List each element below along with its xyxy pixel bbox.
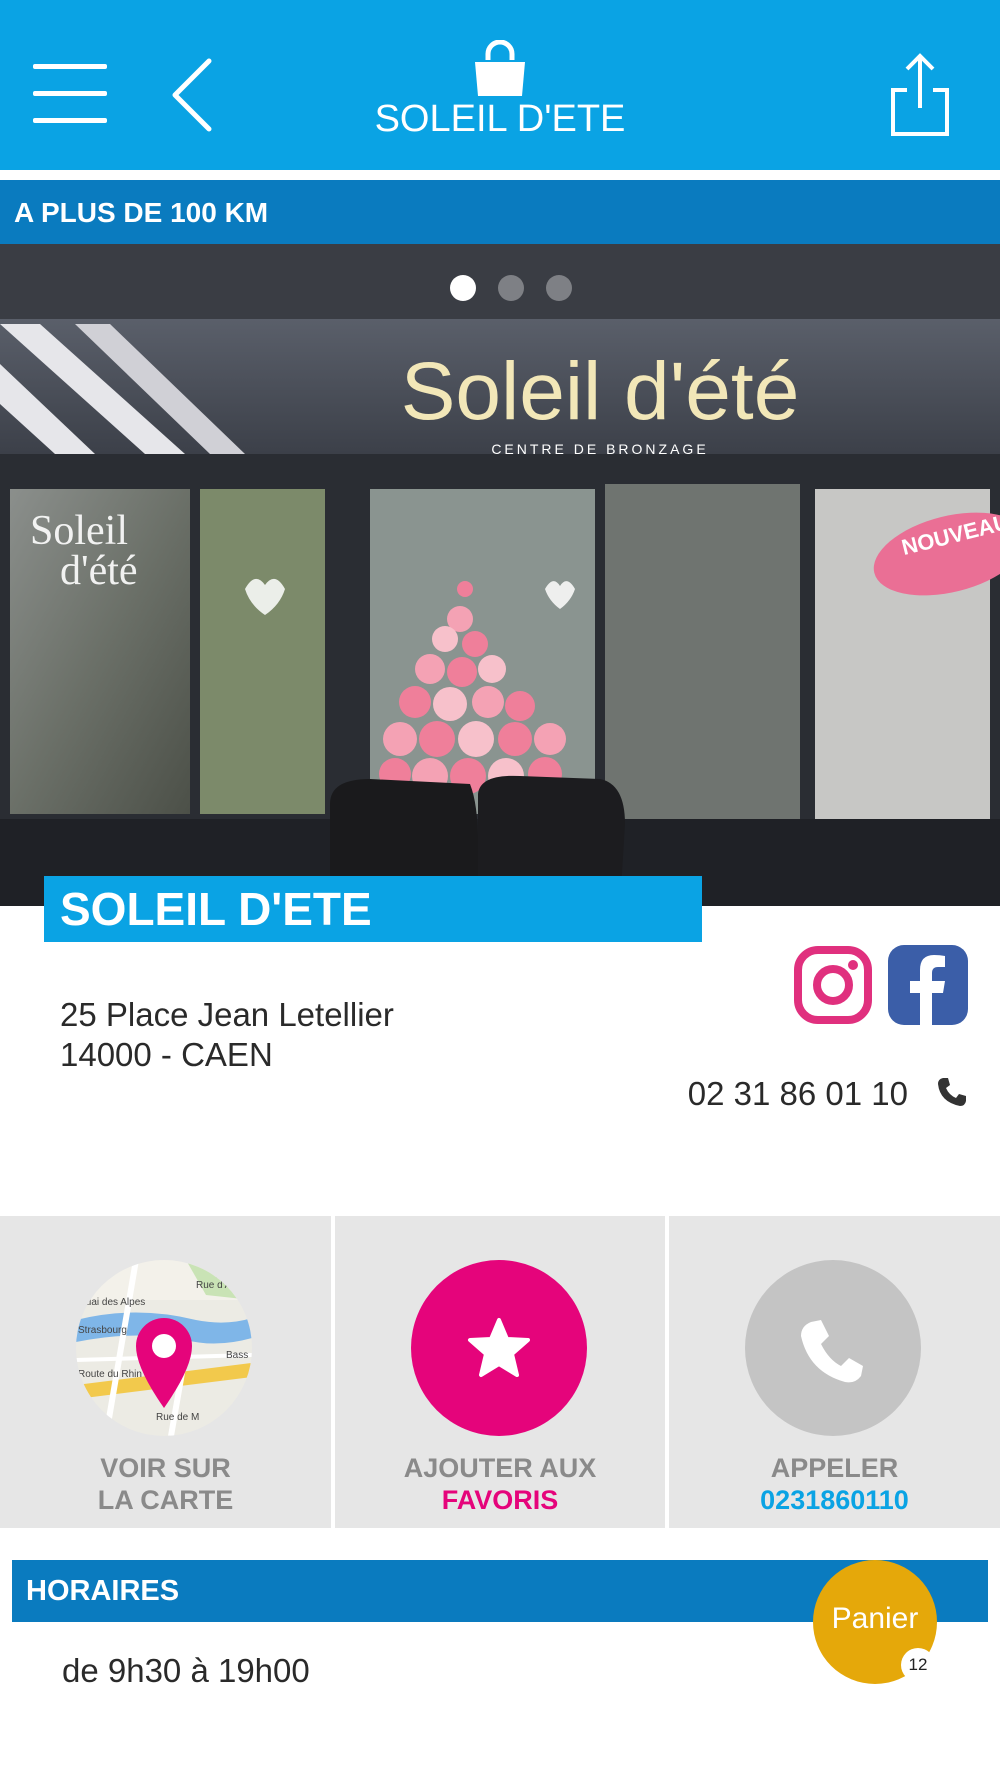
address-line-2: 14000 - CAEN xyxy=(60,1036,273,1073)
header-divider xyxy=(0,170,1000,180)
share-icon xyxy=(891,53,949,136)
call-circle xyxy=(745,1260,921,1436)
distance-banner: A PLUS DE 100 KM xyxy=(0,180,1000,244)
svg-text:Quai des Alpes: Quai des Alpes xyxy=(78,1297,145,1308)
hamburger-line xyxy=(33,64,107,69)
cart-label: Panier xyxy=(831,1602,919,1635)
address-line-1: 25 Place Jean Letellier xyxy=(60,996,394,1033)
svg-text:Rue de M: Rue de M xyxy=(156,1412,199,1423)
favorite-circle xyxy=(411,1260,587,1436)
view-map-label: VOIR SUR LA CARTE xyxy=(97,1453,234,1515)
hours-title: HORAIRES xyxy=(26,1575,180,1607)
phone-icon xyxy=(801,1320,863,1383)
phone-icon[interactable] xyxy=(936,1076,968,1108)
shop-name-banner: SOLEIL D'ETE xyxy=(44,876,702,942)
shop-phone[interactable]: 02 31 86 01 10 xyxy=(600,1075,908,1113)
shop-photo-carousel[interactable]: Soleil d'été CENTRE DE BRONZAGE Soleil d… xyxy=(0,244,1000,906)
sign-tagline: CENTRE DE BRONZAGE xyxy=(491,441,708,457)
call-label: APPELER 0231860110 xyxy=(760,1453,909,1515)
svg-text:Parc: Parc xyxy=(216,1270,237,1281)
shopping-bag-icon xyxy=(470,39,530,98)
map-thumbnail: Quai des Alpes Strasbourg Route du Rhin … xyxy=(76,1260,252,1436)
carousel-dot[interactable] xyxy=(450,275,476,301)
carousel-dot[interactable] xyxy=(546,275,572,301)
sign-brand: Soleil d'été xyxy=(401,346,800,437)
view-map-button[interactable]: Quai des Alpes Strasbourg Route du Rhin … xyxy=(0,1216,331,1528)
distance-label: A PLUS DE 100 KM xyxy=(14,197,269,228)
action-tiles: Quai des Alpes Strasbourg Route du Rhin … xyxy=(0,1216,1000,1528)
page-title: SOLEIL D'ETE xyxy=(374,98,626,140)
cart-count-badge: 12 xyxy=(901,1648,935,1682)
menu-button[interactable] xyxy=(33,64,107,124)
window-brand: d'été xyxy=(60,548,138,594)
app-header: SOLEIL D'ETE xyxy=(0,0,1000,170)
svg-text:Bass: Bass xyxy=(226,1350,248,1361)
svg-text:Route du Rhin: Route du Rhin xyxy=(78,1369,142,1380)
instagram-button[interactable] xyxy=(793,945,873,1025)
hamburger-line xyxy=(33,91,107,96)
opening-hours: de 9h30 à 19h00 xyxy=(62,1652,310,1689)
carousel-dot[interactable] xyxy=(498,275,524,301)
svg-text:Strasbourg: Strasbourg xyxy=(78,1325,127,1336)
add-favorite-label: AJOUTER AUX FAVORIS xyxy=(403,1453,597,1515)
shop-address: 25 Place Jean Letellier 14000 - CAEN xyxy=(60,995,394,1075)
star-icon xyxy=(468,1318,530,1377)
svg-text:Rue d'Ala: Rue d'Ala xyxy=(196,1280,239,1291)
instagram-icon xyxy=(794,946,872,1024)
hamburger-line xyxy=(33,118,107,123)
cart-button[interactable]: Panier 12 xyxy=(813,1560,937,1684)
facebook-icon xyxy=(910,955,945,1025)
call-button[interactable]: APPELER 0231860110 xyxy=(669,1216,1000,1528)
back-button[interactable] xyxy=(165,55,225,135)
shop-name: SOLEIL D'ETE xyxy=(60,883,372,935)
share-button[interactable] xyxy=(885,50,955,140)
chevron-left-icon xyxy=(172,58,212,132)
add-favorite-button[interactable]: AJOUTER AUX FAVORIS xyxy=(335,1216,665,1528)
facebook-button[interactable] xyxy=(888,945,968,1025)
storefront-photo: Soleil d'été CENTRE DE BRONZAGE Soleil d… xyxy=(0,244,1000,906)
